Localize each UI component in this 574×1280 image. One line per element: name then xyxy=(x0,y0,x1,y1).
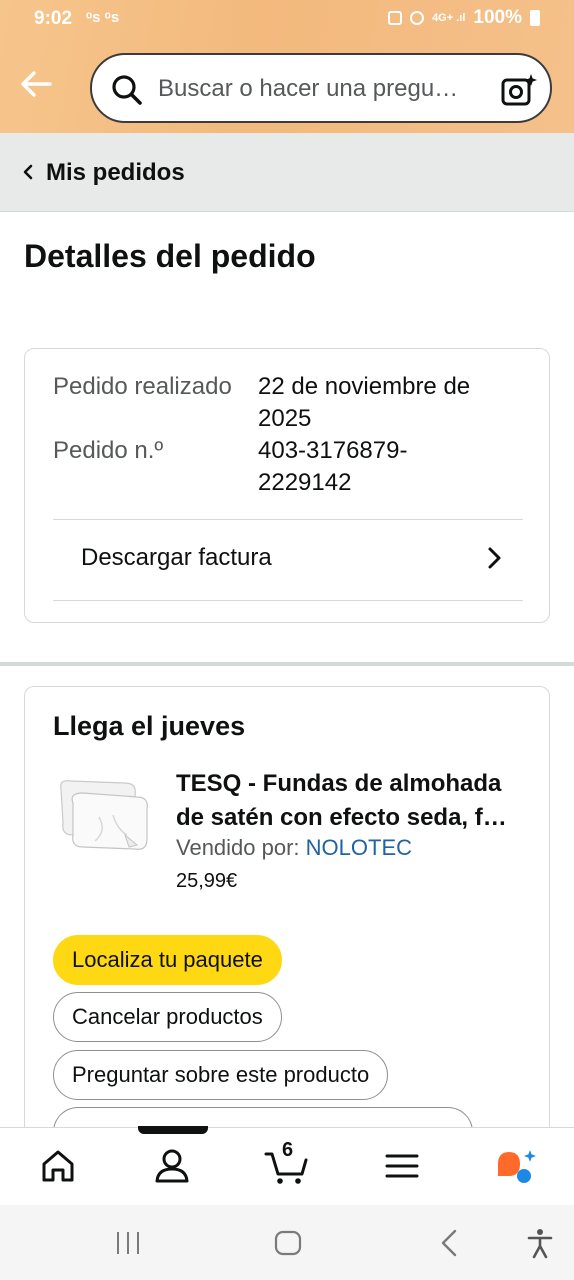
arrival-heading: Llega el jueves xyxy=(53,711,246,741)
status-time: 9:02 xyxy=(34,8,73,29)
status-right-icons: 4G+ .ıl 100% xyxy=(388,7,540,29)
home-button-icon[interactable] xyxy=(272,1227,304,1259)
menu-icon[interactable] xyxy=(382,1146,422,1186)
product-image[interactable] xyxy=(55,775,151,855)
battery-percent: 100% xyxy=(473,7,522,28)
ask-product-question-button[interactable]: Preguntar sobre este producto xyxy=(53,1050,389,1100)
bottom-navigation: 6 xyxy=(0,1126,574,1206)
accessibility-icon[interactable] xyxy=(524,1227,556,1259)
seller-prefix: Vendido por: xyxy=(176,835,306,860)
camera-search-icon[interactable] xyxy=(500,71,538,109)
chevron-left-icon xyxy=(23,164,33,180)
home-icon[interactable] xyxy=(38,1146,78,1186)
recent-apps-icon[interactable] xyxy=(112,1227,144,1259)
seller-line: Vendido por: NOLOTEC xyxy=(176,835,412,861)
system-back-icon[interactable] xyxy=(434,1227,466,1259)
order-number-label: Pedido n.º xyxy=(53,437,164,464)
search-input[interactable]: Buscar o hacer una pregu… xyxy=(158,75,480,103)
breadcrumb[interactable]: Mis pedidos xyxy=(0,133,574,212)
download-invoice-row[interactable]: Descargar factura xyxy=(53,520,523,600)
alarm-icon xyxy=(410,11,425,25)
cancel-items-button[interactable]: Cancelar productos xyxy=(53,992,282,1042)
order-placed-label: Pedido realizado xyxy=(53,373,232,400)
cart-count-badge: 6 xyxy=(282,1139,294,1161)
active-tab-indicator xyxy=(138,1126,208,1134)
search-bar[interactable]: Buscar o hacer una pregu… xyxy=(90,53,552,123)
back-arrow-icon[interactable] xyxy=(18,66,54,102)
chevron-right-icon xyxy=(488,547,501,569)
seller-link[interactable]: NOLOTEC xyxy=(306,835,412,860)
status-bar: 9:02 ᵒs ᵒs 4G+ .ıl 100% xyxy=(0,0,574,38)
divider xyxy=(53,600,523,601)
header-background: 9:02 ᵒs ᵒs 4G+ .ıl 100% Buscar o hacer u… xyxy=(0,0,574,133)
product-price: 25,99€ xyxy=(176,870,238,892)
account-icon[interactable] xyxy=(152,1146,192,1186)
order-summary-card: Pedido realizado 22 de noviembre de 2025… xyxy=(24,348,550,623)
system-navigation-bar xyxy=(0,1205,574,1280)
status-notification-icons: ᵒs ᵒs xyxy=(86,9,120,26)
order-number-value: 403-3176879-2229142 xyxy=(258,437,408,496)
shipment-card: Llega el jueves TESQ - Fundas de almohad… xyxy=(24,686,550,1147)
page-title: Detalles del pedido xyxy=(24,238,316,274)
order-placed-value: 22 de noviembre de 2025 xyxy=(258,373,471,432)
search-icon xyxy=(112,75,142,105)
track-package-button[interactable]: Localiza tu paquete xyxy=(53,935,282,985)
download-invoice-label[interactable]: Descargar factura xyxy=(81,544,272,572)
signal-icon: 4G+ .ıl xyxy=(432,12,466,24)
product-title[interactable]: TESQ - Fundas de almohada de satén con e… xyxy=(176,767,526,835)
lock-icon xyxy=(388,11,403,25)
rufus-assistant-icon[interactable] xyxy=(494,1146,538,1186)
breadcrumb-label[interactable]: Mis pedidos xyxy=(46,159,185,187)
section-divider xyxy=(0,662,574,666)
battery-icon xyxy=(530,10,540,26)
